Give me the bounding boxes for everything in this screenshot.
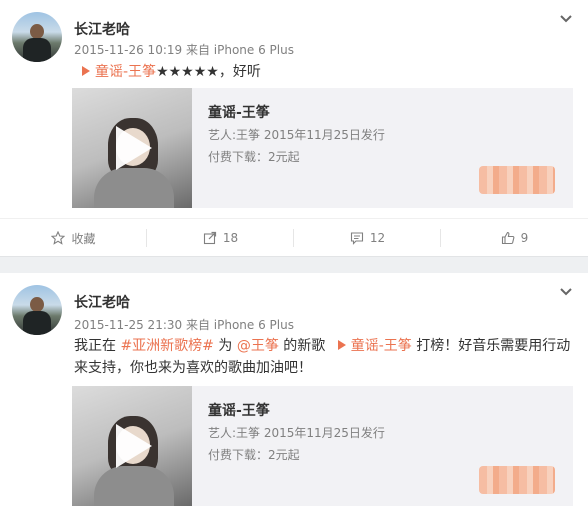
play-icon[interactable] <box>116 424 152 468</box>
avatar[interactable] <box>12 12 62 62</box>
song-link[interactable]: 童谣-王筝 <box>337 338 412 354</box>
like-count: 9 <box>520 231 529 245</box>
favorite-label: 收藏 <box>71 231 96 246</box>
mention-link[interactable]: @王筝 <box>237 338 279 354</box>
album-thumbnail[interactable] <box>72 88 192 208</box>
post-meta[interactable]: 2015-11-26 10:19 来自 iPhone 6 Plus <box>74 41 294 58</box>
repost-count: 18 <box>222 231 239 245</box>
play-icon <box>82 66 90 76</box>
feed-post-1: 长江老哈 2015-11-26 10:19 来自 iPhone 6 Plus 童… <box>0 0 588 256</box>
text-segment: 为 <box>218 338 233 354</box>
comment-button[interactable]: 12 <box>294 219 441 257</box>
card-artist: 艺人:王筝 2015年11月25日发行 <box>208 426 385 440</box>
author-name[interactable]: 长江老哈 <box>74 292 130 312</box>
chevron-down-icon[interactable] <box>559 14 573 24</box>
feed-separator <box>0 256 588 273</box>
post-text: 我正在 #亚洲新歌榜# 为 @王筝 的新歌 童谣-王筝 打榜！好音乐需要用行动 … <box>74 335 580 379</box>
play-icon <box>337 340 346 350</box>
card-artist: 艺人:王筝 2015年11月25日发行 <box>208 128 385 142</box>
repost-icon <box>203 231 216 245</box>
song-link[interactable]: 童谣-王筝 <box>82 64 156 80</box>
album-thumbnail[interactable] <box>72 386 192 506</box>
repost-button[interactable]: 18 <box>147 219 294 257</box>
card-price: 付费下载：2元起 <box>208 150 300 164</box>
favorite-button[interactable]: 收藏 <box>0 219 147 257</box>
music-card[interactable]: 童谣-王筝 艺人:王筝 2015年11月25日发行 付费下载：2元起 <box>72 386 573 506</box>
comment-icon <box>350 232 363 245</box>
blurred-button[interactable] <box>479 466 555 494</box>
text-segment: 打榜！好音乐需要用行动 <box>416 338 571 354</box>
avatar[interactable] <box>12 285 62 335</box>
comment-count: 12 <box>369 231 386 245</box>
text-segment: 来支持，你也来为喜欢的歌曲加油吧！ <box>74 360 312 376</box>
post-meta[interactable]: 2015-11-25 21:30 来自 iPhone 6 Plus <box>74 316 294 333</box>
text-segment: 我正在 <box>74 338 116 354</box>
star-icon <box>51 231 66 245</box>
text-segment: 的新歌 <box>283 338 326 354</box>
card-title[interactable]: 童谣-王筝 <box>208 102 270 122</box>
post-text-rest: ★★★★★，好听 <box>156 64 261 80</box>
card-title[interactable]: 童谣-王筝 <box>208 400 270 420</box>
blurred-button[interactable] <box>479 166 555 194</box>
chevron-down-icon[interactable] <box>559 287 573 297</box>
thumbs-up-icon <box>501 231 515 245</box>
author-name[interactable]: 长江老哈 <box>74 19 130 39</box>
music-card[interactable]: 童谣-王筝 艺人:王筝 2015年11月25日发行 付费下载：2元起 <box>72 88 573 208</box>
hashtag-link[interactable]: #亚洲新歌榜# <box>120 338 213 354</box>
play-icon[interactable] <box>116 126 152 170</box>
like-button[interactable]: 9 <box>441 219 588 257</box>
feed-post-2: 长江老哈 2015-11-25 21:30 来自 iPhone 6 Plus 我… <box>0 273 588 514</box>
post-text: 童谣-王筝★★★★★，好听 <box>82 61 261 83</box>
action-bar: 收藏 18 12 9 <box>0 218 588 256</box>
card-price: 付费下载：2元起 <box>208 448 300 462</box>
